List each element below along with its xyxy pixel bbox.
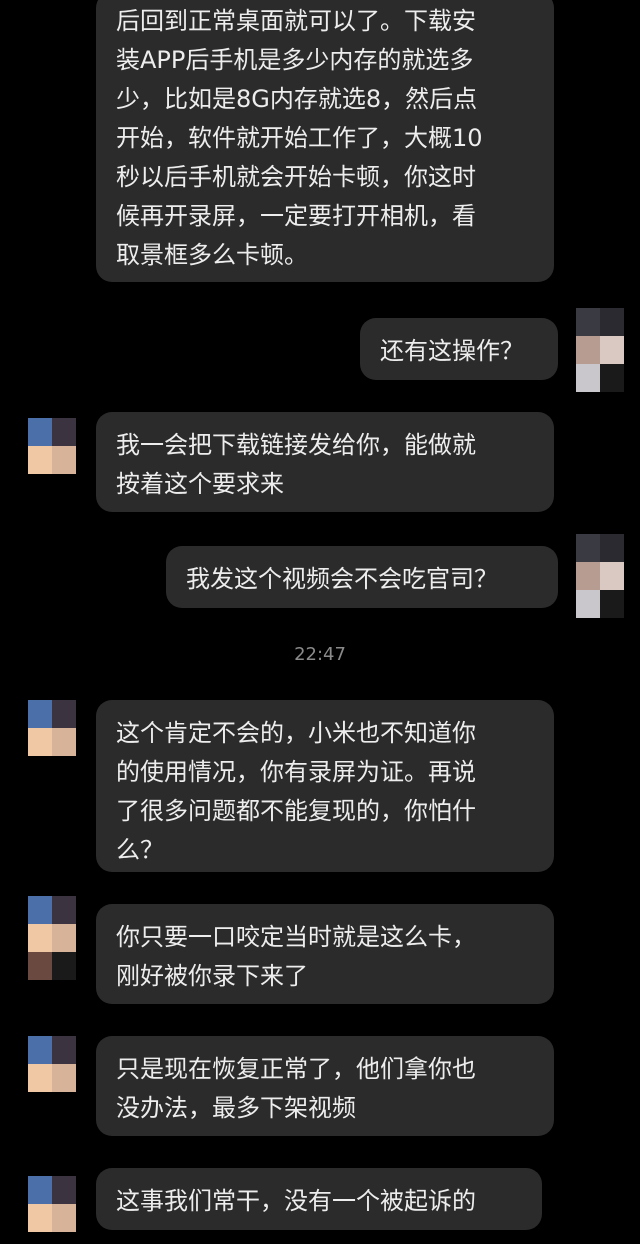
- message-line: 没办法，最多下架视频: [116, 1094, 356, 1122]
- message-bubble[interactable]: 这事我们常干，没有一个被起诉的: [96, 1168, 542, 1230]
- message-line: 只是现在恢复正常了，他们拿你也: [116, 1055, 476, 1083]
- message-line: 后回到正常桌面就可以了。下载安: [116, 7, 476, 35]
- chat-view[interactable]: 后回到正常桌面就可以了。下载安 装APP后手机是多少内存的就选多 少，比如是8G…: [0, 0, 640, 1244]
- contact-avatar[interactable]: [28, 418, 76, 474]
- message-line: 还有这操作？: [380, 337, 524, 365]
- message-line: 按着这个要求来: [116, 470, 284, 498]
- message-line: 你只要一口咬定当时就是这么卡，: [116, 923, 476, 951]
- message-line: 少，比如是8G内存就选8，然后点: [116, 85, 478, 113]
- contact-avatar[interactable]: [28, 700, 76, 756]
- message-bubble[interactable]: 后回到正常桌面就可以了。下载安 装APP后手机是多少内存的就选多 少，比如是8G…: [96, 0, 554, 282]
- message-bubble[interactable]: 这个肯定不会的，小米也不知道你 的使用情况，你有录屏为证。再说 了很多问题都不能…: [96, 700, 554, 872]
- message-line: 装APP后手机是多少内存的就选多: [116, 46, 474, 74]
- timestamp: 22:47: [294, 644, 346, 665]
- message-bubble[interactable]: 你只要一口咬定当时就是这么卡， 刚好被你录下来了: [96, 904, 554, 1004]
- contact-avatar[interactable]: [576, 534, 624, 618]
- message-line: 取景框多么卡顿。: [116, 241, 308, 269]
- contact-avatar[interactable]: [576, 308, 624, 392]
- message-line: 我发这个视频会不会吃官司？: [186, 565, 498, 593]
- message-line: 候再开录屏，一定要打开相机，看: [116, 202, 476, 230]
- message-bubble[interactable]: 我发这个视频会不会吃官司？: [166, 546, 558, 608]
- contact-avatar[interactable]: [28, 1036, 76, 1092]
- message-line: 的使用情况，你有录屏为证。再说: [116, 758, 476, 786]
- contact-avatar[interactable]: [28, 1176, 76, 1232]
- message-line: 秒以后手机就会开始卡顿，你这时: [116, 163, 476, 191]
- message-bubble[interactable]: 只是现在恢复正常了，他们拿你也 没办法，最多下架视频: [96, 1036, 554, 1136]
- message-line: 开始，软件就开始工作了，大概10: [116, 124, 483, 152]
- message-line: 么？: [116, 836, 164, 864]
- message-bubble[interactable]: 还有这操作？: [360, 318, 558, 380]
- contact-avatar[interactable]: [28, 896, 76, 980]
- message-line: 我一会把下载链接发给你，能做就: [116, 431, 476, 459]
- message-line: 这事我们常干，没有一个被起诉的: [116, 1187, 476, 1215]
- message-line: 刚好被你录下来了: [116, 962, 308, 990]
- message-line: 了很多问题都不能复现的，你怕什: [116, 797, 476, 825]
- message-line: 这个肯定不会的，小米也不知道你: [116, 719, 476, 747]
- message-bubble[interactable]: 我一会把下载链接发给你，能做就 按着这个要求来: [96, 412, 554, 512]
